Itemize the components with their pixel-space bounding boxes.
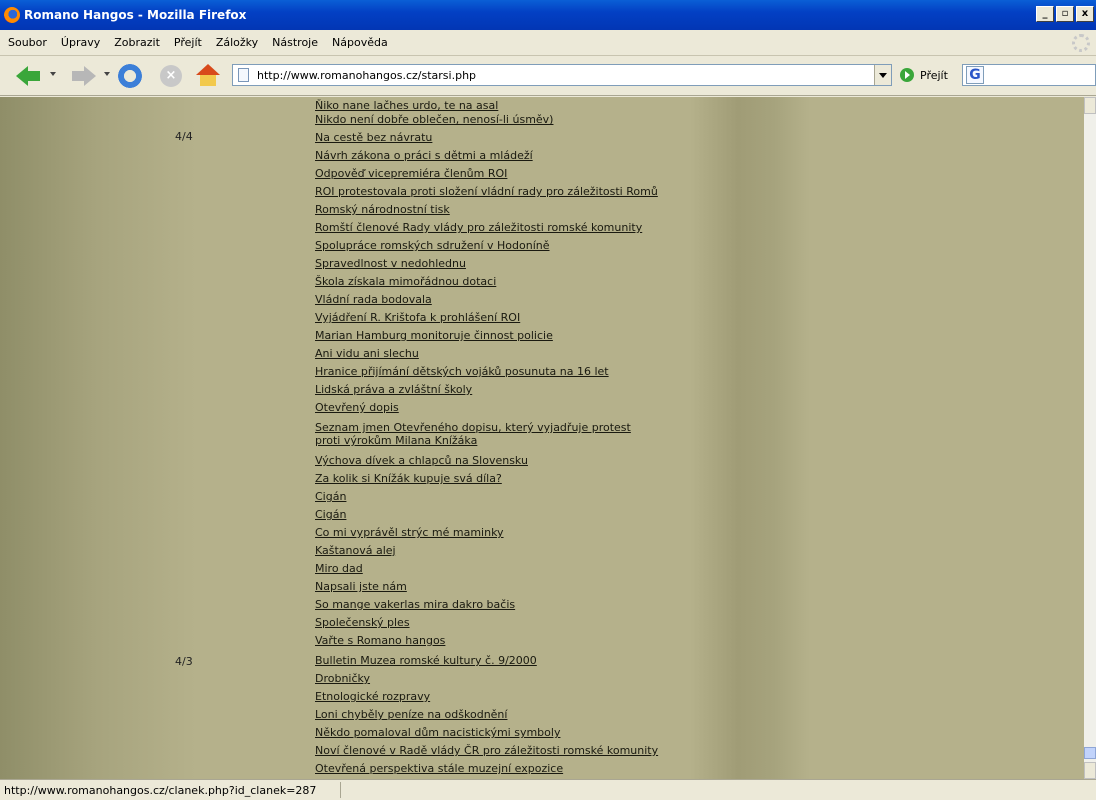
article-link[interactable]: Vyjádření R. Krištofa k prohlášení ROI: [315, 311, 520, 324]
article-link[interactable]: Ani vidu ani slechu: [315, 347, 419, 360]
article-link[interactable]: Vládní rada bodovala: [315, 293, 432, 306]
scroll-up-button[interactable]: [1084, 97, 1096, 114]
article-link[interactable]: Návrh zákona o práci s dětmi a mládeží: [315, 149, 533, 162]
address-dropdown-button[interactable]: [874, 65, 891, 85]
article-link[interactable]: Napsali jste nám: [315, 580, 407, 593]
vertical-scrollbar[interactable]: [1084, 97, 1096, 779]
article-link[interactable]: Loni chyběly peníze na odškodnění: [315, 708, 507, 721]
article-link[interactable]: Lidská práva a zvláštní školy: [315, 383, 472, 396]
article-link[interactable]: Miro dad: [315, 562, 363, 575]
scroll-thumb[interactable]: [1084, 747, 1096, 759]
article-link[interactable]: Otevřená perspektiva stále muzejní expoz…: [315, 762, 563, 775]
article-link[interactable]: Bulletin Muzea romské kultury č. 9/2000: [315, 654, 537, 667]
article-link[interactable]: Nikdo není dobře oblečen, nenosí-li úsmě…: [315, 113, 553, 126]
menu-prejit[interactable]: Přejít: [167, 36, 209, 49]
article-link[interactable]: Co mi vyprávěl strýc mé maminky: [315, 526, 504, 539]
menu-bar: Soubor Úpravy Zobrazit Přejít Záložky Ná…: [0, 30, 1096, 56]
back-arrow-icon[interactable]: [16, 64, 42, 88]
forward-dropdown-icon[interactable]: [104, 72, 110, 76]
status-divider: [340, 782, 341, 798]
page-content: 4/4 4/3 Ňiko nane lačhes urdo, te na asa…: [0, 97, 1084, 779]
article-link[interactable]: Ňiko nane lačhes urdo, te na asal: [315, 99, 498, 112]
article-link[interactable]: Společenský ples: [315, 616, 410, 629]
article-link[interactable]: Cigán: [315, 508, 346, 521]
article-link[interactable]: Za kolik si Knížák kupuje svá díla?: [315, 472, 502, 485]
article-link[interactable]: So mange vakerlas mira dakro bačis: [315, 598, 515, 611]
article-link[interactable]: Drobničky: [315, 672, 370, 685]
article-link[interactable]: Kaštanová alej: [315, 544, 396, 557]
article-link[interactable]: Cigán: [315, 490, 346, 503]
forward-arrow-icon[interactable]: [70, 64, 96, 88]
page-icon: [238, 68, 249, 82]
article-link[interactable]: Seznam jmen Otevřeného dopisu, který vyj…: [315, 421, 631, 434]
throbber-icon: [1072, 34, 1090, 52]
section-label-4-3: 4/3: [175, 655, 193, 668]
article-link[interactable]: proti výrokům Milana Knížáka: [315, 434, 477, 447]
menu-soubor[interactable]: Soubor: [0, 36, 54, 49]
menu-zalozky[interactable]: Záložky: [209, 36, 265, 49]
article-link[interactable]: Někdo pomaloval dům nacistickými symboly: [315, 726, 560, 739]
article-link[interactable]: Romští členové Rady vlády pro záležitost…: [315, 221, 642, 234]
maximize-button[interactable]: ▫: [1056, 6, 1074, 22]
address-input[interactable]: http://www.romanohangos.cz/starsi.php: [257, 69, 476, 82]
reload-icon[interactable]: [118, 64, 142, 88]
menu-nastroje[interactable]: Nástroje: [265, 36, 325, 49]
article-link[interactable]: Spolupráce romských sdružení v Hodoníně: [315, 239, 550, 252]
article-link[interactable]: Noví členové v Radě vlády ČR pro záležit…: [315, 744, 658, 757]
minimize-button[interactable]: _: [1036, 6, 1054, 22]
article-link[interactable]: ROI protestovala proti složení vládní ra…: [315, 185, 658, 198]
background-texture-middle: [690, 97, 810, 779]
article-link[interactable]: Škola získala mimořádnou dotaci: [315, 275, 496, 288]
section-label-4-4: 4/4: [175, 130, 193, 143]
window-title: Romano Hangos - Mozilla Firefox: [24, 8, 247, 22]
menu-upravy[interactable]: Úpravy: [54, 36, 107, 49]
scroll-down-button[interactable]: [1084, 762, 1096, 779]
background-texture-left: [0, 97, 280, 779]
article-link[interactable]: Etnologické rozpravy: [315, 690, 430, 703]
menu-napoveda[interactable]: Nápověda: [325, 36, 395, 49]
article-link[interactable]: Odpověď vicepremiéra členům ROI: [315, 167, 507, 180]
navigation-toolbar: × http://www.romanohangos.cz/starsi.php …: [0, 56, 1096, 96]
status-text: http://www.romanohangos.cz/clanek.php?id…: [4, 784, 317, 797]
menu-zobrazit[interactable]: Zobrazit: [107, 36, 167, 49]
article-link[interactable]: Hranice přijímání dětských vojáků posunu…: [315, 365, 609, 378]
article-link[interactable]: Spravedlnost v nedohlednu: [315, 257, 466, 270]
title-bar: Romano Hangos - Mozilla Firefox _ ▫ x: [0, 0, 1096, 30]
go-button[interactable]: Přejít: [920, 69, 948, 82]
home-icon[interactable]: [196, 64, 220, 88]
article-link[interactable]: Marian Hamburg monitoruje činnost polici…: [315, 329, 553, 342]
search-input[interactable]: G: [962, 64, 1096, 86]
go-icon[interactable]: [900, 68, 914, 82]
article-link[interactable]: Výchova dívek a chlapců na Slovensku: [315, 454, 528, 467]
article-link[interactable]: Romský národnostní tisk: [315, 203, 450, 216]
back-dropdown-icon[interactable]: [50, 72, 56, 76]
address-bar[interactable]: http://www.romanohangos.cz/starsi.php: [232, 64, 892, 86]
background-right-panel: [810, 97, 1084, 779]
article-link[interactable]: Na cestě bez návratu: [315, 131, 432, 144]
google-search-icon[interactable]: G: [966, 66, 984, 84]
window-controls: _ ▫ x: [1036, 6, 1096, 22]
article-link[interactable]: Otevřený dopis: [315, 401, 399, 414]
article-link[interactable]: Vařte s Romano hangos: [315, 634, 445, 647]
firefox-icon: [4, 7, 20, 23]
status-bar: http://www.romanohangos.cz/clanek.php?id…: [0, 779, 1096, 800]
close-button[interactable]: x: [1076, 6, 1094, 22]
stop-icon[interactable]: ×: [160, 65, 182, 87]
